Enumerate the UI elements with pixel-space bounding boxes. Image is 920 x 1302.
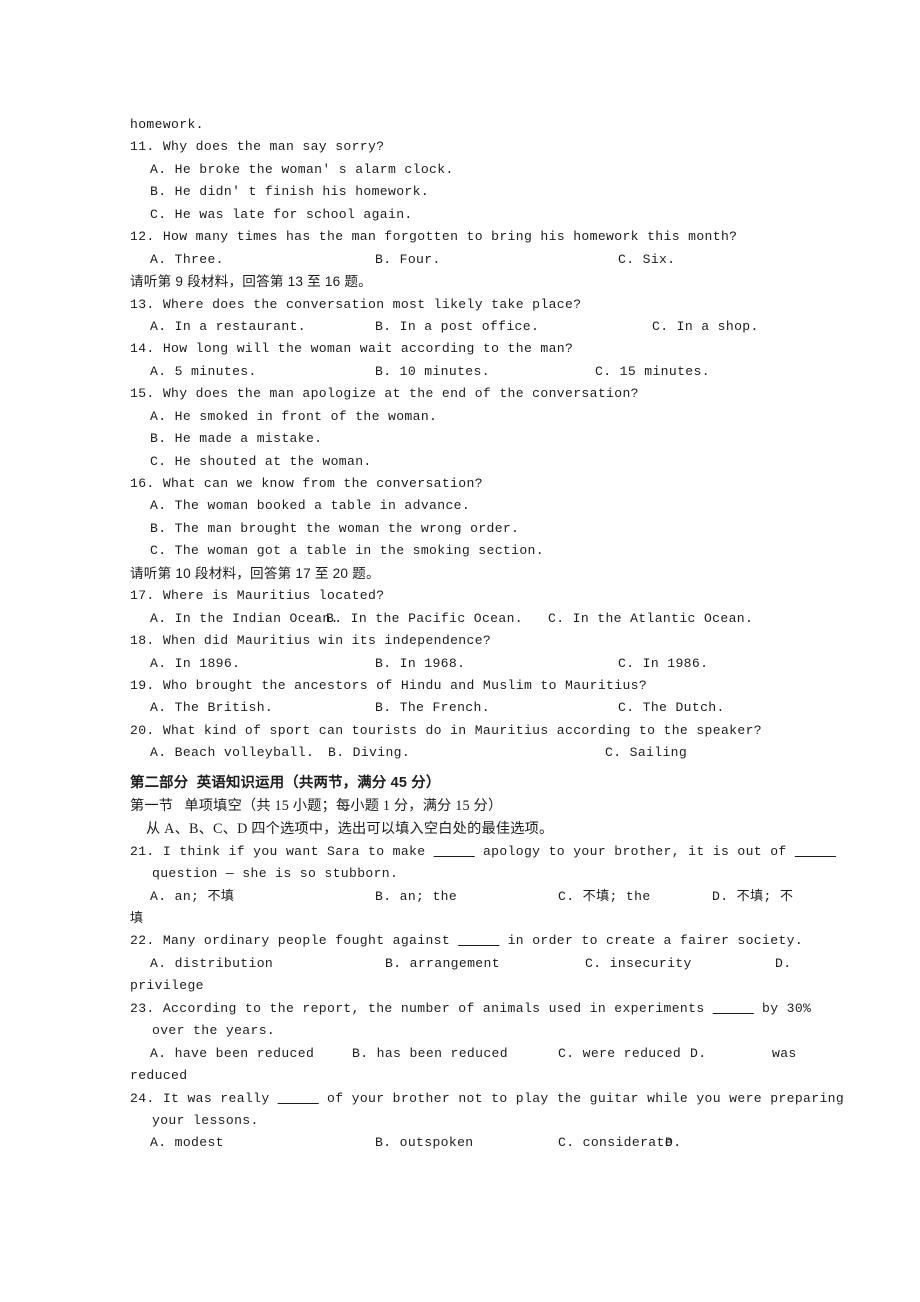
question-stem-17: 17. Where is Mauritius located? — [130, 588, 385, 604]
option-23-d-text[interactable]: was — [772, 1043, 797, 1065]
option-18-b[interactable]: B. In 1968. — [375, 653, 465, 675]
option-row-22: A. distribution B. arrangement C. insecu… — [130, 953, 791, 975]
option-24-b[interactable]: B. outspoken — [375, 1132, 474, 1154]
option-13-b[interactable]: B. In a post office. — [375, 316, 539, 338]
q22-text-a: 22. Many ordinary people fought against — [130, 933, 459, 949]
option-22-c[interactable]: C. insecurity — [585, 953, 692, 975]
option-12-c[interactable]: C. Six. — [618, 249, 675, 271]
question-stem-13: 13. Where does the conversation most lik… — [130, 296, 582, 312]
option-row-24: A. modest B. outspoken C. considerate D. — [130, 1132, 790, 1154]
listening-cue-material-10: 请听第 10 段材料，回答第 17 至 20 题。 — [130, 565, 380, 581]
option-18-c[interactable]: C. In 1986. — [618, 653, 708, 675]
option-row-19: A. The British. B. The French. C. The Du… — [130, 697, 790, 719]
option-21-c[interactable]: C. 不填; the — [558, 886, 651, 908]
question-stem-11: 11. Why does the man say sorry? — [130, 139, 385, 155]
option-row-23: A. have been reduced B. has been reduced… — [130, 1043, 796, 1065]
option-13-a[interactable]: A. In a restaurant. — [150, 316, 306, 338]
question-stem-19: 19. Who brought the ancestors of Hindu a… — [130, 677, 648, 693]
option-22-b[interactable]: B. arrangement — [385, 953, 500, 975]
question-stem-23-line2: over the years. — [152, 1023, 276, 1039]
option-17-b[interactable]: B. In the Pacific Ocean. — [326, 608, 523, 630]
option-20-a[interactable]: A. Beach volleyball. — [150, 742, 314, 764]
option-row-17: A. In the Indian Ocean. B. In the Pacifi… — [130, 608, 790, 630]
question-stem-14: 14. How long will the woman wait accordi… — [130, 341, 574, 357]
q23-text-b: by 30% — [753, 1000, 812, 1016]
option-14-b[interactable]: B. 10 minutes. — [375, 361, 490, 383]
option-11-c[interactable]: C. He was late for school again. — [150, 204, 790, 226]
option-12-b[interactable]: B. Four. — [375, 249, 441, 271]
q22-text-b: in order to create a fairer society. — [499, 933, 804, 949]
option-16-c[interactable]: C. The woman got a table in the smoking … — [150, 540, 790, 562]
option-16-a[interactable]: A. The woman booked a table in advance. — [150, 495, 790, 517]
option-19-b[interactable]: B. The French. — [375, 697, 490, 719]
section-one-instruction: 从 A、B、C、D 四个选项中，选出可以填入空白处的最佳选项。 — [146, 820, 554, 837]
question-stem-21-line1: 21. I think if you want Sara to make ___… — [130, 841, 836, 863]
option-21-a[interactable]: A. an; 不填 — [150, 886, 234, 908]
option-22-a[interactable]: A. distribution — [150, 953, 273, 975]
option-24-a[interactable]: A. modest — [150, 1132, 224, 1154]
question-stem-23-line1: 23. According to the report, the number … — [130, 998, 811, 1020]
option-23-a[interactable]: A. have been reduced — [150, 1043, 314, 1065]
option-24-d[interactable]: D. — [665, 1132, 681, 1154]
option-row-14: A. 5 minutes. B. 10 minutes. C. 15 minut… — [130, 361, 790, 383]
part-two-heading: 第二部分 英语知识运用（共两节，满分 45 分） — [130, 774, 441, 791]
option-11-a[interactable]: A. He broke the woman' s alarm clock. — [150, 159, 790, 181]
option-14-a[interactable]: A. 5 minutes. — [150, 361, 257, 383]
q21-text-b: apology to your brother, it is out of — [474, 843, 795, 859]
option-row-20: A. Beach volleyball. B. Diving. C. Saili… — [130, 742, 790, 764]
q24-blank[interactable]: _____ — [278, 1091, 319, 1106]
question-stem-22: 22. Many ordinary people fought against … — [130, 930, 803, 952]
option-18-a[interactable]: A. In 1896. — [150, 653, 240, 675]
option-23-c[interactable]: C. were reduced — [558, 1043, 681, 1065]
section-one-heading: 第一节 单项填空（共 15 小题；每小题 1 分，满分 15 分） — [130, 797, 503, 814]
option-19-c[interactable]: C. The Dutch. — [618, 697, 725, 719]
question-stem-15: 15. Why does the man apologize at the en… — [130, 386, 639, 402]
option-row-12: A. Three. B. Four. C. Six. — [130, 249, 790, 271]
question-stem-24-line2: your lessons. — [152, 1112, 259, 1128]
option-22-d[interactable]: D. — [775, 953, 791, 975]
option-row-18: A. In 1896. B. In 1968. C. In 1986. — [130, 653, 790, 675]
q24-text-b: of your brother not to play the guitar w… — [318, 1090, 845, 1106]
q22-blank[interactable]: _____ — [458, 933, 499, 948]
option-23-d[interactable]: D. — [690, 1043, 706, 1065]
carryover-line: homework. — [130, 117, 204, 132]
option-21-d[interactable]: D. 不填; 不 — [712, 886, 793, 908]
option-17-a[interactable]: A. In the Indian Ocean. — [150, 608, 339, 630]
question-stem-24-line1: 24. It was really _____ of your brother … — [130, 1088, 844, 1110]
q21-blank-2[interactable]: _____ — [795, 844, 836, 859]
listening-cue-material-9: 请听第 9 段材料，回答第 13 至 16 题。 — [130, 274, 372, 290]
option-row-13: A. In a restaurant. B. In a post office.… — [130, 316, 790, 338]
option-19-a[interactable]: A. The British. — [150, 697, 273, 719]
option-14-c[interactable]: C. 15 minutes. — [595, 361, 710, 383]
q21-blank-1[interactable]: _____ — [434, 844, 475, 859]
option-22-overflow: privilege — [130, 978, 204, 994]
option-15-b[interactable]: B. He made a mistake. — [150, 428, 790, 450]
option-16-b[interactable]: B. The man brought the woman the wrong o… — [150, 518, 790, 540]
option-23-b[interactable]: B. has been reduced — [352, 1043, 508, 1065]
question-stem-20: 20. What kind of sport can tourists do i… — [130, 722, 762, 738]
option-15-c[interactable]: C. He shouted at the woman. — [150, 451, 790, 473]
option-row-21: A. an; 不填 B. an; the C. 不填; the D. 不填; 不 — [130, 886, 793, 908]
option-15-a[interactable]: A. He smoked in front of the woman. — [150, 406, 790, 428]
q23-blank[interactable]: _____ — [713, 1001, 754, 1016]
option-21-b[interactable]: B. an; the — [375, 886, 457, 908]
option-21-overflow: 填 — [130, 911, 144, 926]
question-stem-16: 16. What can we know from the conversati… — [130, 476, 483, 491]
option-12-a[interactable]: A. Three. — [150, 249, 224, 271]
exam-page: homework. 11. Why does the man say sorry… — [130, 114, 844, 1155]
option-11-b[interactable]: B. He didn' t finish his homework. — [150, 181, 790, 203]
option-24-c[interactable]: C. considerate — [558, 1132, 673, 1154]
option-23-overflow: reduced — [130, 1068, 188, 1084]
option-17-c[interactable]: C. In the Atlantic Ocean. — [548, 608, 753, 630]
q23-text-a: 23. According to the report, the number … — [130, 1000, 713, 1016]
question-stem-21-line2: question — she is so stubborn. — [152, 866, 399, 882]
option-20-c[interactable]: C. Sailing — [605, 742, 687, 764]
option-13-c[interactable]: C. In a shop. — [652, 316, 759, 338]
option-20-b[interactable]: B. Diving. — [328, 742, 410, 764]
question-stem-18: 18. When did Mauritius win its independe… — [130, 633, 492, 649]
q21-text-a: 21. I think if you want Sara to make — [130, 843, 434, 859]
question-stem-12: 12. How many times has the man forgotten… — [130, 229, 738, 245]
